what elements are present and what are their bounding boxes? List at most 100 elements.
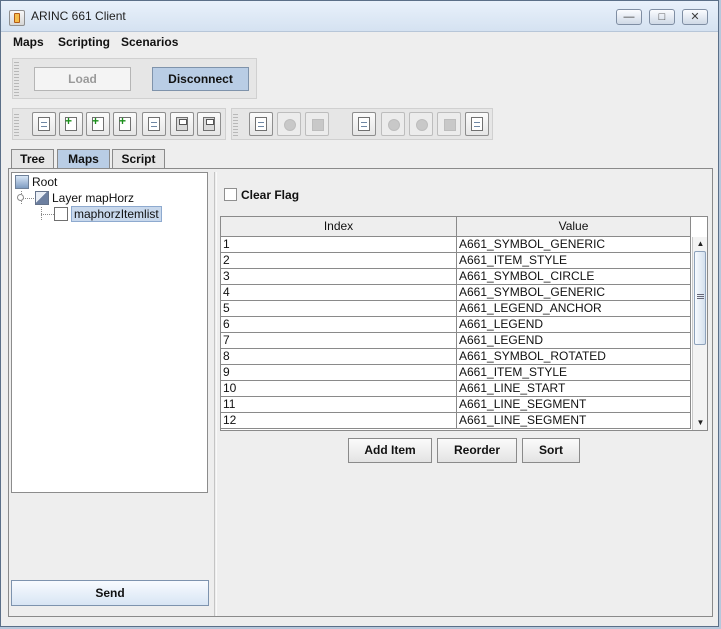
menu-maps[interactable]: Maps	[13, 35, 44, 49]
scroll-up-icon[interactable]: ▲	[694, 238, 707, 250]
new-map-button[interactable]	[59, 112, 83, 136]
index-cell[interactable]: 12	[221, 413, 457, 428]
add-layer-icon	[92, 114, 104, 131]
index-cell[interactable]: 4	[221, 285, 457, 300]
save-button[interactable]	[170, 112, 194, 136]
value-column-header[interactable]: Value	[457, 217, 691, 236]
add-item-button[interactable]: Add Item	[348, 438, 432, 463]
menu-scenarios[interactable]: Scenarios	[121, 35, 178, 49]
table-scrollbar[interactable]: ▲ ▼	[692, 237, 707, 430]
tab-maps[interactable]: Maps	[57, 149, 110, 169]
index-cell[interactable]: 7	[221, 333, 457, 348]
expand-toggle-icon[interactable]	[17, 194, 24, 201]
scroll-down-icon[interactable]: ▼	[694, 417, 707, 429]
menu-scripting[interactable]: Scripting	[58, 35, 110, 49]
stop-icon	[312, 119, 324, 131]
index-cell[interactable]: 1	[221, 237, 457, 252]
value-cell[interactable]: A661_LEGEND	[457, 317, 691, 332]
java-app-icon	[9, 10, 25, 26]
table-row[interactable]: 11 A661_LINE_SEGMENT	[221, 397, 691, 413]
tree-layer[interactable]: Layer mapHorz	[52, 191, 134, 205]
value-cell[interactable]: A661_LINE_START	[457, 381, 691, 396]
save-all-button[interactable]	[197, 112, 221, 136]
split-pane-divider[interactable]	[214, 172, 217, 616]
clear-flag-label: Clear Flag	[241, 188, 300, 202]
tree-item-selected[interactable]: maphorzItemlist	[71, 206, 162, 222]
value-cell[interactable]: A661_ITEM_STYLE	[457, 253, 691, 268]
toolbar-grip[interactable]	[14, 61, 19, 96]
table-row[interactable]: 7 A661_LEGEND	[221, 333, 691, 349]
new-document-icon	[65, 114, 77, 131]
tab-script[interactable]: Script	[112, 149, 165, 169]
title-bar[interactable]: ARINC 661 Client — □ ✕	[1, 1, 718, 32]
play-button	[381, 112, 405, 136]
index-cell[interactable]: 10	[221, 381, 457, 396]
send-button[interactable]: Send	[11, 580, 209, 606]
value-cell[interactable]: A661_LEGEND_ANCHOR	[457, 301, 691, 316]
open-document-icon	[38, 117, 50, 131]
minimize-button[interactable]: —	[616, 9, 642, 25]
save-all-icon	[203, 117, 215, 131]
step-button	[437, 112, 461, 136]
record-button	[277, 112, 301, 136]
value-cell[interactable]: A661_LINE_SEGMENT	[457, 397, 691, 412]
index-cell[interactable]: 11	[221, 397, 457, 412]
table-row[interactable]: 2 A661_ITEM_STYLE	[221, 253, 691, 269]
sort-button[interactable]: Sort	[522, 438, 580, 463]
index-cell[interactable]: 9	[221, 365, 457, 380]
film-icon	[471, 117, 483, 131]
window-title: ARINC 661 Client	[31, 9, 126, 23]
table-row[interactable]: 4 A661_SYMBOL_GENERIC	[221, 285, 691, 301]
toolbar-grip[interactable]	[233, 112, 238, 136]
play-icon	[388, 119, 400, 131]
index-cell[interactable]: 2	[221, 253, 457, 268]
index-cell[interactable]: 8	[221, 349, 457, 364]
table-row[interactable]: 9 A661_ITEM_STYLE	[221, 365, 691, 381]
value-cell[interactable]: A661_SYMBOL_GENERIC	[457, 285, 691, 300]
index-cell[interactable]: 5	[221, 301, 457, 316]
reorder-button[interactable]: Reorder	[437, 438, 517, 463]
value-cell[interactable]: A661_SYMBOL_CIRCLE	[457, 269, 691, 284]
index-cell[interactable]: 3	[221, 269, 457, 284]
root-icon	[15, 175, 29, 189]
value-cell[interactable]: A661_ITEM_STYLE	[457, 365, 691, 380]
import-button[interactable]	[113, 112, 137, 136]
value-cell[interactable]: A661_SYMBOL_GENERIC	[457, 237, 691, 252]
menu-bar: Maps Scripting Scenarios	[1, 32, 718, 52]
disconnect-button[interactable]: Disconnect	[152, 67, 249, 91]
map-tree: Root Layer mapHorz maphorzItemlist	[11, 172, 208, 493]
tree-connector	[41, 214, 54, 215]
open-map-button[interactable]	[32, 112, 56, 136]
table-row[interactable]: 5 A661_LEGEND_ANCHOR	[221, 301, 691, 317]
clear-flag-checkbox[interactable]	[224, 188, 237, 201]
save-icon	[176, 117, 188, 131]
toolbar-grip[interactable]	[14, 112, 19, 136]
table-row[interactable]: 6 A661_LEGEND	[221, 317, 691, 333]
table-row[interactable]: 1 A661_SYMBOL_GENERIC	[221, 237, 691, 253]
table-row[interactable]: 8 A661_SYMBOL_ROTATED	[221, 349, 691, 365]
maximize-button[interactable]: □	[649, 9, 675, 25]
step-icon	[444, 119, 456, 131]
select-tool-button[interactable]	[249, 112, 273, 136]
record-icon	[284, 119, 296, 131]
value-cell[interactable]: A661_LEGEND	[457, 333, 691, 348]
value-cell[interactable]: A661_SYMBOL_ROTATED	[457, 349, 691, 364]
add-layer-button[interactable]	[86, 112, 110, 136]
table-row[interactable]: 12 A661_LINE_SEGMENT	[221, 413, 691, 429]
open-folder-button[interactable]	[352, 112, 376, 136]
table-row[interactable]: 10 A661_LINE_START	[221, 381, 691, 397]
item-list-table: Index Value 1 A661_SYMBOL_GENERIC 2 A661_IT…	[220, 216, 708, 431]
index-cell[interactable]: 6	[221, 317, 457, 332]
scroll-thumb[interactable]	[694, 251, 706, 345]
folder-icon	[358, 117, 370, 131]
pause-icon	[416, 119, 428, 131]
film-button[interactable]	[465, 112, 489, 136]
index-column-header[interactable]: Index	[221, 217, 457, 236]
close-button[interactable]: ✕	[682, 9, 708, 25]
load-button[interactable]: Load	[34, 67, 131, 91]
table-row[interactable]: 3 A661_SYMBOL_CIRCLE	[221, 269, 691, 285]
properties-button[interactable]	[142, 112, 166, 136]
tree-root[interactable]: Root	[32, 175, 57, 189]
tab-tree[interactable]: Tree	[11, 149, 54, 169]
value-cell[interactable]: A661_LINE_SEGMENT	[457, 413, 691, 428]
